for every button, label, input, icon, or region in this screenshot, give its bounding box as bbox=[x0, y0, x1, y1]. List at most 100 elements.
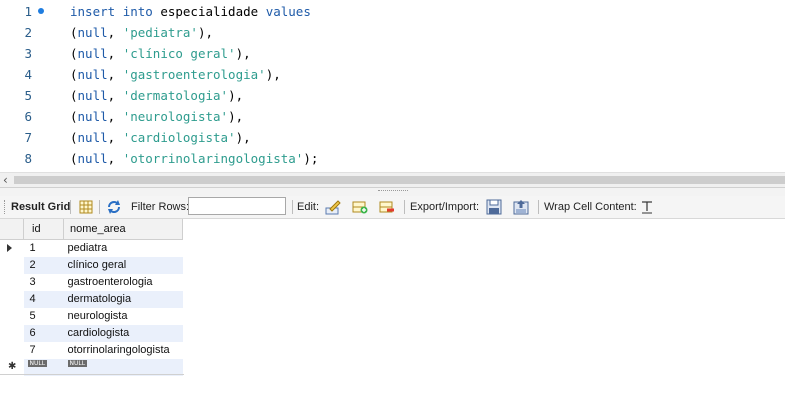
line-number: 8 bbox=[24, 151, 32, 166]
splitter-grip bbox=[378, 190, 408, 194]
filter-rows-label: Filter Rows: bbox=[131, 201, 190, 213]
sql-punctuation: ( bbox=[70, 25, 78, 40]
table-row[interactable]: 1 pediatra bbox=[0, 239, 183, 258]
cell-nome-area[interactable]: clínico geral bbox=[63, 257, 183, 274]
code-text: (null, 'gastroenterologia'), bbox=[70, 64, 281, 85]
sql-punctuation: ), bbox=[265, 67, 281, 82]
sql-punctuation: ), bbox=[235, 46, 251, 61]
sql-punctuation: ), bbox=[197, 25, 214, 40]
sql-punctuation: ( bbox=[70, 46, 78, 61]
table-row[interactable]: 2 clínico geral bbox=[0, 257, 183, 274]
filter-rows-input[interactable] bbox=[188, 197, 286, 215]
scroll-left-arrow-icon[interactable]: ‹ bbox=[3, 173, 13, 187]
row-indicator[interactable] bbox=[0, 239, 24, 257]
cell-nome-area[interactable]: pediatra bbox=[64, 240, 183, 258]
toolbar-grip bbox=[4, 200, 7, 214]
wrap-text-icon[interactable] bbox=[639, 199, 655, 215]
sql-punctuation: ); bbox=[303, 151, 319, 166]
column-header-id[interactable]: id bbox=[23, 219, 64, 240]
line-number: 2 bbox=[24, 25, 32, 40]
code-text: insert into especialidade values bbox=[70, 1, 311, 22]
sql-keyword: null bbox=[77, 151, 108, 166]
grid-view-icon[interactable] bbox=[78, 199, 94, 215]
import-icon[interactable] bbox=[513, 199, 529, 215]
null-badge: NULL bbox=[27, 360, 48, 367]
line-number: 4 bbox=[24, 67, 32, 82]
code-line-3[interactable]: 3 (null, 'clínico geral'), bbox=[0, 43, 785, 64]
sql-punctuation: ), bbox=[228, 88, 244, 103]
sql-string: 'clínico geral' bbox=[122, 46, 236, 61]
pane-splitter[interactable] bbox=[0, 188, 785, 196]
delete-row-icon[interactable] bbox=[379, 199, 395, 215]
sql-punctuation: ( bbox=[70, 67, 78, 82]
sql-keyword: values bbox=[265, 4, 311, 19]
table-row[interactable]: 5 neurologista bbox=[0, 308, 183, 325]
add-row-icon[interactable] bbox=[352, 199, 368, 215]
statement-marker-icon bbox=[38, 8, 44, 14]
sql-keyword: null bbox=[77, 46, 108, 61]
refresh-icon[interactable] bbox=[106, 199, 122, 215]
cell-nome-area[interactable]: dermatologia bbox=[63, 291, 183, 308]
line-number: 1 bbox=[24, 4, 32, 19]
sql-punctuation: ( bbox=[70, 130, 78, 145]
result-grid[interactable]: id nome_area 1 pediatra 2 clínico geral … bbox=[0, 219, 183, 376]
cell-id[interactable]: 6 bbox=[23, 325, 64, 342]
table-row[interactable]: 4 dermatologia bbox=[0, 291, 183, 308]
code-text: (null, 'dermatologia'), bbox=[70, 85, 243, 106]
sql-punctuation: ( bbox=[70, 151, 78, 166]
code-text: (null, 'cardiologista'), bbox=[70, 127, 251, 148]
code-line-4[interactable]: 4 (null, 'gastroenterologia'), bbox=[0, 64, 785, 85]
sql-editor[interactable]: 1 insert into especialidade values 2 (null… bbox=[0, 0, 785, 172]
code-text: (null, 'neurologista'), bbox=[70, 106, 243, 127]
row-indicator[interactable] bbox=[0, 274, 24, 291]
cell-nome-area[interactable]: neurologista bbox=[64, 308, 183, 325]
export-icon[interactable] bbox=[486, 199, 502, 215]
result-grid-tab[interactable]: Result Grid bbox=[11, 196, 70, 218]
row-indicator-header bbox=[0, 219, 24, 240]
table-row[interactable]: 6 cardiologista bbox=[0, 325, 183, 342]
row-indicator[interactable] bbox=[0, 291, 24, 308]
cell-nome-area[interactable]: gastroenterologia bbox=[64, 274, 183, 291]
cell-nome-area[interactable]: otorrinolaringologista bbox=[64, 342, 183, 359]
cell-id[interactable]: 2 bbox=[23, 257, 64, 274]
row-indicator[interactable] bbox=[0, 257, 24, 274]
row-indicator[interactable] bbox=[0, 308, 24, 325]
code-line-1[interactable]: 1 insert into especialidade values bbox=[0, 1, 785, 22]
line-number: 3 bbox=[24, 46, 32, 61]
editor-horizontal-scrollbar[interactable]: ‹ bbox=[0, 172, 785, 188]
edit-cell-icon[interactable] bbox=[325, 199, 341, 215]
sql-string: 'gastroenterologia' bbox=[122, 67, 266, 82]
edit-label: Edit: bbox=[297, 201, 320, 213]
table-row[interactable]: 7 otorrinolaringologista bbox=[0, 342, 183, 359]
column-header-nome-area[interactable]: nome_area bbox=[63, 219, 183, 240]
sql-punctuation: ( bbox=[70, 109, 78, 124]
code-line-5[interactable]: 5 (null, 'dermatologia'), bbox=[0, 85, 785, 106]
code-line-2[interactable]: 2 (null, 'pediatra'), bbox=[0, 22, 785, 43]
code-line-8[interactable]: 8 (null, 'otorrinolaringologista'); bbox=[0, 148, 785, 169]
sql-punctuation: , bbox=[107, 88, 123, 103]
sql-punctuation bbox=[115, 4, 123, 19]
new-row-star-icon: ✱ bbox=[8, 361, 17, 372]
code-line-7[interactable]: 7 (null, 'cardiologista'), bbox=[0, 127, 785, 148]
sql-string: 'pediatra' bbox=[122, 25, 198, 40]
cell-nome-area[interactable]: cardiologista bbox=[63, 325, 183, 342]
cell-id[interactable]: 7 bbox=[24, 342, 64, 359]
grid-bottom-border bbox=[0, 374, 184, 375]
sql-punctuation: , bbox=[107, 46, 123, 61]
row-indicator[interactable] bbox=[0, 325, 24, 342]
row-indicator[interactable] bbox=[0, 342, 24, 359]
result-toolbar: Result Grid Filter Rows: Edit: Export/Im… bbox=[0, 196, 785, 219]
sql-string: 'otorrinolaringologista' bbox=[122, 151, 304, 166]
sql-punctuation: , bbox=[107, 25, 123, 40]
cell-id[interactable]: 4 bbox=[23, 291, 64, 308]
cell-id[interactable]: 5 bbox=[24, 308, 64, 325]
cell-id[interactable]: 1 bbox=[24, 240, 64, 258]
cell-id[interactable]: 3 bbox=[24, 274, 64, 291]
code-line-6[interactable]: 6 (null, 'neurologista'), bbox=[0, 106, 785, 127]
sql-punctuation: , bbox=[107, 109, 123, 124]
line-number: 5 bbox=[24, 88, 32, 103]
table-row[interactable]: 3 gastroenterologia bbox=[0, 274, 183, 291]
sql-keyword: insert bbox=[70, 4, 116, 19]
scrollbar-thumb[interactable] bbox=[14, 176, 785, 184]
line-number: 7 bbox=[24, 130, 32, 145]
